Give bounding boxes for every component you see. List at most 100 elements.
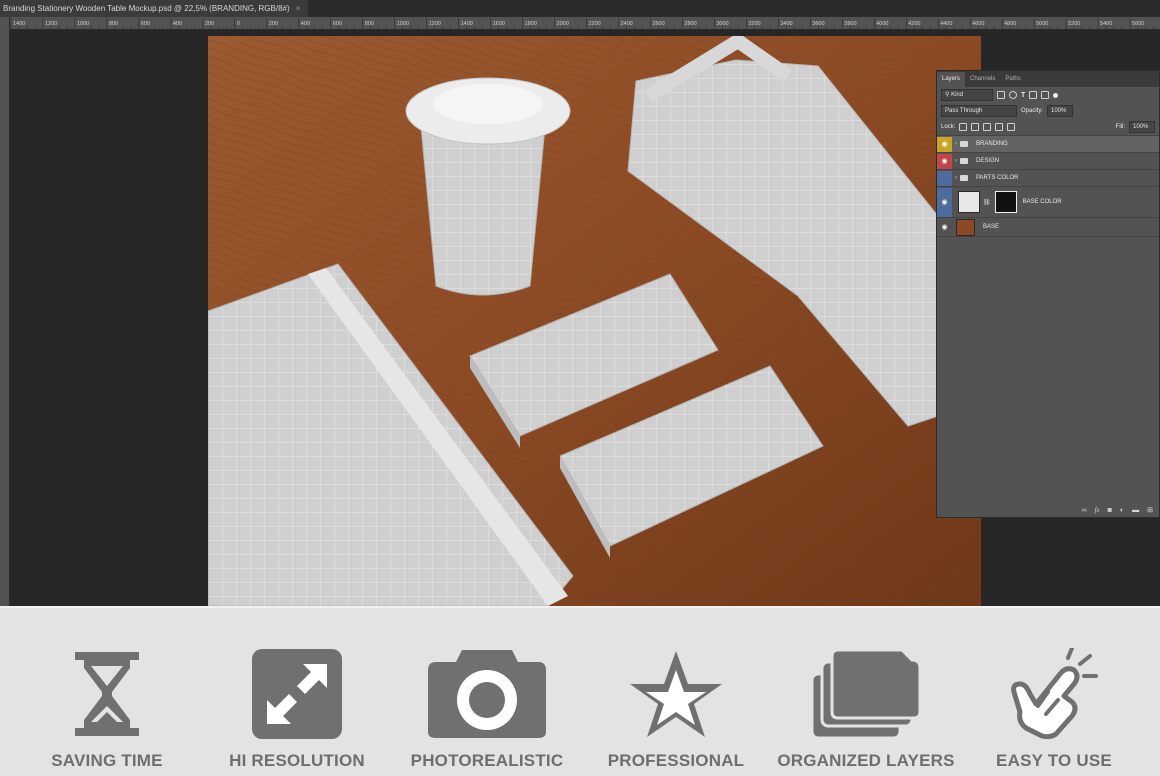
folder-icon[interactable]: ▬ [1132,507,1139,514]
document-canvas[interactable] [208,36,981,606]
feature-strip: SAVING TIME HI RESOLUTION PHOTOREALISTIC… [0,606,1160,776]
lock-pixels-icon[interactable] [971,123,980,131]
filter-pixel-icon[interactable] [997,91,1005,99]
ruler-label: 1600 [493,21,505,27]
visibility-eye-icon[interactable]: ◉ [937,153,952,169]
filter-type-icon[interactable]: T [1021,92,1025,99]
folder-icon [960,141,968,147]
link-icon[interactable]: ∞ [1082,507,1087,514]
layers-panel-footer: ∞ fx ◙ ◐ ▬ ⊞ [937,503,1159,517]
feature-label: HI RESOLUTION [229,751,365,770]
ruler-label: 1400 [461,21,473,27]
lock-row: Lock: Fill: 100% [937,119,1159,135]
star-icon [630,651,722,737]
filter-kind-select[interactable]: ⚲ Kind [941,89,993,101]
folder-icon [960,158,968,164]
visibility-off-icon[interactable]: ◉ [937,170,952,186]
lock-label: Lock: [941,124,956,130]
ruler-label: 3200 [748,21,760,27]
chevron-right-icon[interactable]: › [952,158,960,164]
new-layer-icon[interactable]: ⊞ [1147,506,1153,514]
close-tab-icon[interactable]: × [296,4,301,13]
ruler-label: 0 [237,21,240,27]
ruler-label: 1000 [397,21,409,27]
layer-parts-color[interactable]: ◉ › PARTS COLOR [937,169,1159,186]
layer-mask-thumbnail[interactable] [994,191,1017,213]
tab-channels[interactable]: Channels [965,72,1000,87]
opacity-label: Opacity: [1021,108,1044,114]
ruler-label: 600 [141,21,150,27]
ruler-label: 5400 [1100,21,1112,27]
feature-label: ORGANIZED LAYERS [777,751,955,770]
folder-icon [960,175,968,181]
feature-label: EASY TO USE [996,751,1112,770]
ruler-label: 200 [205,21,214,27]
left-ruler[interactable] [0,17,10,606]
feature-label: SAVING TIME [51,751,163,770]
tab-paths[interactable]: Paths [1000,72,1025,87]
layers-panel: Layers Channels Paths ⚲ Kind T Pass Thro… [936,70,1160,518]
lock-transparent-icon[interactable] [959,123,968,131]
filter-row: ⚲ Kind T [937,87,1159,103]
ruler-label: 3000 [716,21,728,27]
chevron-right-icon[interactable]: › [952,141,960,147]
chevron-right-icon[interactable]: › [952,175,960,181]
ruler-label: 800 [365,21,374,27]
document-tab-title: Branding Stationery Wooden Table Mockup.… [3,4,290,13]
mockup-photo [208,36,981,606]
photoshop-window: Branding Stationery Wooden Table Mockup.… [0,0,1160,606]
feature-label: PROFESSIONAL [607,751,745,770]
layer-branding[interactable]: ◉ › BRANDING [937,135,1159,152]
layer-name: BASE COLOR [1022,199,1062,205]
hourglass-icon [75,652,139,736]
mask-icon[interactable]: ◙ [1108,507,1112,514]
fx-icon[interactable]: fx [1095,506,1100,514]
layers-icon [810,648,922,740]
lock-all-icon[interactable] [1007,123,1016,131]
lock-artboard-icon[interactable] [995,123,1004,131]
visibility-eye-icon[interactable]: ◉ [937,220,952,235]
ruler-label: 800 [109,21,118,27]
top-ruler[interactable]: 1400 1200 1000 800 600 400 200 0 200 400 600 800 100… [9,17,1160,30]
adjustment-icon[interactable]: ◐ [1120,507,1124,514]
opacity-input[interactable]: 100% [1047,105,1074,117]
ruler-label: 600 [333,21,342,27]
layer-thumbnail [958,191,980,213]
filter-shape-icon[interactable] [1029,91,1038,99]
visibility-eye-icon[interactable]: ◉ [937,136,952,152]
fill-label: Fill: [1115,124,1125,130]
camera-icon [428,650,546,738]
ruler-label: 2600 [652,21,664,27]
visibility-eye-icon[interactable]: ◉ [937,187,952,217]
ruler-label: 2200 [589,21,601,27]
document-tab[interactable]: Branding Stationery Wooden Table Mockup.… [0,0,309,17]
filter-adjustment-icon[interactable] [1009,91,1017,99]
layer-design[interactable]: ◉ › DESIGN [937,152,1159,169]
layer-base-color[interactable]: ◉ ⛓ BASE COLOR [937,186,1159,217]
chain-link-icon[interactable]: ⛓ [983,199,991,206]
ruler-label: 5600 [1132,21,1144,27]
lock-position-icon[interactable] [983,123,992,131]
layer-name: DESIGN [976,158,1000,164]
ruler-label: 3800 [844,21,856,27]
filter-smart-icon[interactable] [1041,91,1050,99]
ruler-label: 2800 [684,21,696,27]
feature-organized-layers: ORGANIZED LAYERS [776,608,956,776]
ruler-label: 5000 [1036,21,1048,27]
expand-icon [252,649,342,739]
layer-base[interactable]: ◉ BASE [937,217,1159,237]
filter-kind-label: Kind [951,92,964,98]
tab-layers[interactable]: Layers [937,72,966,87]
feature-hi-resolution: HI RESOLUTION [207,608,387,776]
ruler-label: 5200 [1068,21,1080,27]
ruler-label: 2000 [557,21,569,27]
blend-mode-select[interactable]: Pass Through [941,105,1017,117]
ruler-label: 4000 [876,21,888,27]
feature-saving-time: SAVING TIME [17,608,197,776]
ruler-ticks: 1400 1200 1000 800 600 400 200 0 200 400 600 800 100… [10,18,1155,29]
ruler-label: 400 [173,21,182,27]
layer-thumbnail [956,218,975,236]
layer-name: BRANDING [976,141,1008,147]
filter-toggle-icon[interactable] [1053,92,1059,98]
fill-input[interactable]: 100% [1129,121,1155,133]
